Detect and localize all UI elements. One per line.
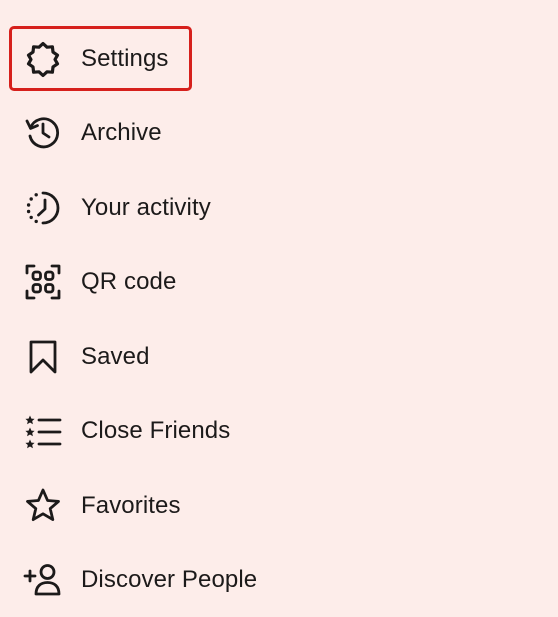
bookmark-icon [22,336,64,378]
archive-history-icon [22,112,64,154]
qr-code-icon [22,261,64,303]
menu-item-qr-code[interactable]: QR code [0,245,558,319]
star-list-icon [22,410,64,452]
menu-item-favorites[interactable]: Favorites [0,469,558,543]
menu-item-label: Favorites [81,492,181,519]
menu-item-label: Discover People [81,566,258,593]
menu-item-label: Archive [81,119,162,146]
menu-item-discover-people[interactable]: Discover People [0,543,558,617]
profile-menu: Settings Archive Your activity QR code S… [0,0,558,609]
menu-item-label: QR code [81,268,177,295]
menu-item-label: Saved [81,343,150,370]
menu-item-settings[interactable]: Settings [0,22,558,96]
menu-item-archive[interactable]: Archive [0,96,558,170]
add-person-icon [22,559,64,601]
star-icon [22,485,64,527]
menu-item-your-activity[interactable]: Your activity [0,171,558,245]
activity-clock-icon [22,187,64,229]
menu-item-saved[interactable]: Saved [0,320,558,394]
menu-item-label: Your activity [81,194,211,221]
menu-item-label: Close Friends [81,417,231,444]
menu-item-label: Settings [81,45,169,72]
menu-item-close-friends[interactable]: Close Friends [0,394,558,468]
gear-icon [22,38,64,80]
